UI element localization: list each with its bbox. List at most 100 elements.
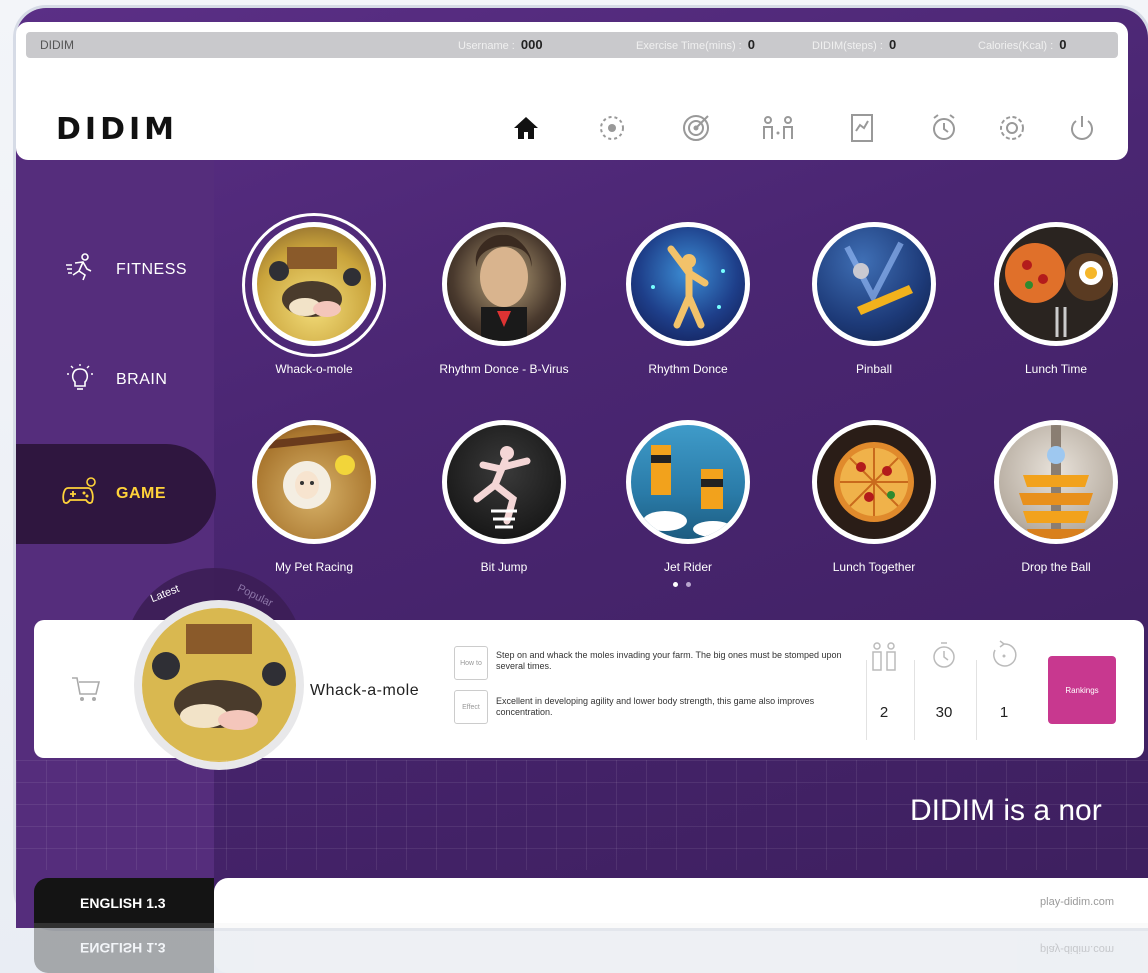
home-icon[interactable]	[506, 108, 546, 148]
divider	[914, 660, 915, 740]
mole-art	[269, 247, 361, 317]
players-value: 2	[879, 704, 889, 721]
username-label: Username	[458, 40, 509, 52]
level-value: 1	[999, 704, 1009, 721]
report-icon[interactable]	[842, 108, 882, 148]
calories-stat: Calories(Kcal) : 0	[978, 37, 1067, 52]
versus-icon[interactable]	[758, 108, 798, 148]
sidebar-label-game: GAME	[116, 485, 166, 502]
power-icon[interactable]	[1062, 108, 1102, 148]
alarm-icon[interactable]	[924, 108, 964, 148]
report-icon-svg	[851, 114, 873, 142]
game-title: Whack-o-mole	[275, 362, 353, 376]
mole-art-large	[142, 608, 296, 762]
game-title: Lunch Time	[1024, 362, 1088, 376]
game-lunch-time[interactable]: Lunch Time	[976, 222, 1136, 376]
app-logo: DIDIM	[56, 112, 178, 147]
game-bit-jump[interactable]: Bit Jump	[424, 420, 584, 574]
status-brand: DIDIM	[40, 38, 74, 52]
exercise-label: Exercise Time(mins)	[636, 40, 736, 52]
level-icon	[986, 640, 1022, 676]
bulb-icon	[62, 362, 98, 399]
runner-icon-svg	[66, 252, 92, 280]
jumper-art	[473, 446, 531, 529]
game-title: Bit Jump	[480, 560, 528, 574]
selected-game-thumbnail	[134, 600, 304, 770]
page-indicator	[673, 582, 691, 587]
divider	[976, 660, 977, 740]
shop-cart-icon[interactable]	[70, 674, 102, 708]
time-value: 30	[935, 704, 953, 721]
game-whack-o-mole[interactable]: Whack-o-mole	[234, 213, 394, 376]
compass-icon-svg	[600, 116, 624, 140]
sidebar-item-brain[interactable]: BRAIN	[16, 330, 214, 430]
effect-tag: Effect	[454, 690, 488, 724]
header: DIDIM Username : 000 Exercise Time(mins)…	[16, 22, 1128, 160]
game-rhythm-dance[interactable]: Rhythm Donce	[608, 222, 768, 376]
compass-icon[interactable]	[592, 108, 632, 148]
game-title: Rhythm Donce - B-Virus	[439, 362, 569, 376]
rankings-button[interactable]: Rankings	[1048, 656, 1116, 724]
game-drop-the-ball[interactable]: Drop the Ball	[976, 420, 1136, 574]
steps-label: DIDIM(steps)	[812, 40, 877, 52]
game-thumbnail	[442, 222, 566, 346]
alarm-icon-svg	[933, 114, 955, 140]
bulb-icon-svg	[67, 363, 93, 390]
game-title: Jet Rider	[663, 560, 713, 574]
runner-icon	[62, 252, 98, 288]
target-icon-svg	[683, 115, 709, 141]
sidebar-label-brain: BRAIN	[116, 371, 168, 388]
language-version[interactable]: ENGLISH 1.3	[34, 878, 214, 928]
game-thumbnail	[442, 420, 566, 544]
pizza-art	[834, 442, 914, 522]
jet-art	[643, 445, 733, 537]
game-title: Lunch Together	[832, 560, 916, 574]
sidebar-label-fitness: FITNESS	[116, 261, 188, 278]
footer-bar: play-didim.com	[214, 878, 1148, 928]
portrait-art	[475, 234, 532, 341]
selected-game-title: Whack-a-mole	[310, 682, 420, 699]
players-icon-svg	[872, 642, 896, 671]
game-thumbnail	[252, 222, 376, 346]
game-thumbnail	[994, 420, 1118, 544]
game-thumbnail	[626, 420, 750, 544]
game-rhythm-dance-b-virus[interactable]: Rhythm Donce - B-Virus	[424, 222, 584, 376]
game-title: My Pet Racing	[274, 560, 354, 574]
exercise-value: 0	[747, 37, 756, 52]
dancer-art	[651, 245, 725, 329]
game-pinball[interactable]: Pinball	[794, 222, 954, 376]
home-icon-svg	[514, 117, 538, 139]
pinball-art	[844, 241, 913, 315]
reflection-footer: play-didim.com	[214, 923, 1148, 973]
page-dot-2[interactable]	[686, 582, 691, 587]
website-link[interactable]: play-didim.com	[1040, 896, 1114, 908]
how-to-tag: How to	[454, 646, 488, 680]
exercise-stat: Exercise Time(mins) : 0	[636, 37, 756, 52]
game-my-pet-racing[interactable]: My Pet Racing	[234, 420, 394, 574]
timer-icon-svg	[933, 642, 955, 668]
game-thumbnail	[994, 222, 1118, 346]
username-value: 000	[520, 37, 543, 52]
gear-icon-svg	[1000, 116, 1024, 140]
game-title: Rhythm Donce	[648, 362, 728, 376]
game-jet-rider[interactable]: Jet Rider	[608, 420, 768, 574]
calories-value: 0	[1059, 37, 1067, 52]
sidebar-item-fitness[interactable]: FITNESS	[16, 220, 214, 320]
reflection: ENGLISH 1.3 play-didim.com	[34, 923, 1148, 973]
game-thumbnail	[626, 222, 750, 346]
effect-text: Excellent in developing agility and lowe…	[496, 696, 815, 717]
game-title: Pinball	[855, 362, 893, 376]
page-dot-1[interactable]	[673, 582, 678, 587]
players-icon	[866, 640, 902, 680]
reflection-lang: ENGLISH 1.3	[34, 923, 214, 973]
game-thumbnail	[252, 420, 376, 544]
steps-stat: DIDIM(steps) : 0	[812, 37, 897, 52]
gear-icon[interactable]	[992, 108, 1032, 148]
lunch-art	[1005, 243, 1113, 337]
power-icon-svg	[1071, 116, 1093, 140]
steps-value: 0	[888, 37, 897, 52]
sidebar-item-game[interactable]: GAME	[16, 444, 216, 544]
target-icon[interactable]	[676, 108, 716, 148]
how-to-text: Step on and whack the moles invading you…	[496, 650, 842, 671]
game-lunch-together[interactable]: Lunch Together	[794, 420, 954, 574]
